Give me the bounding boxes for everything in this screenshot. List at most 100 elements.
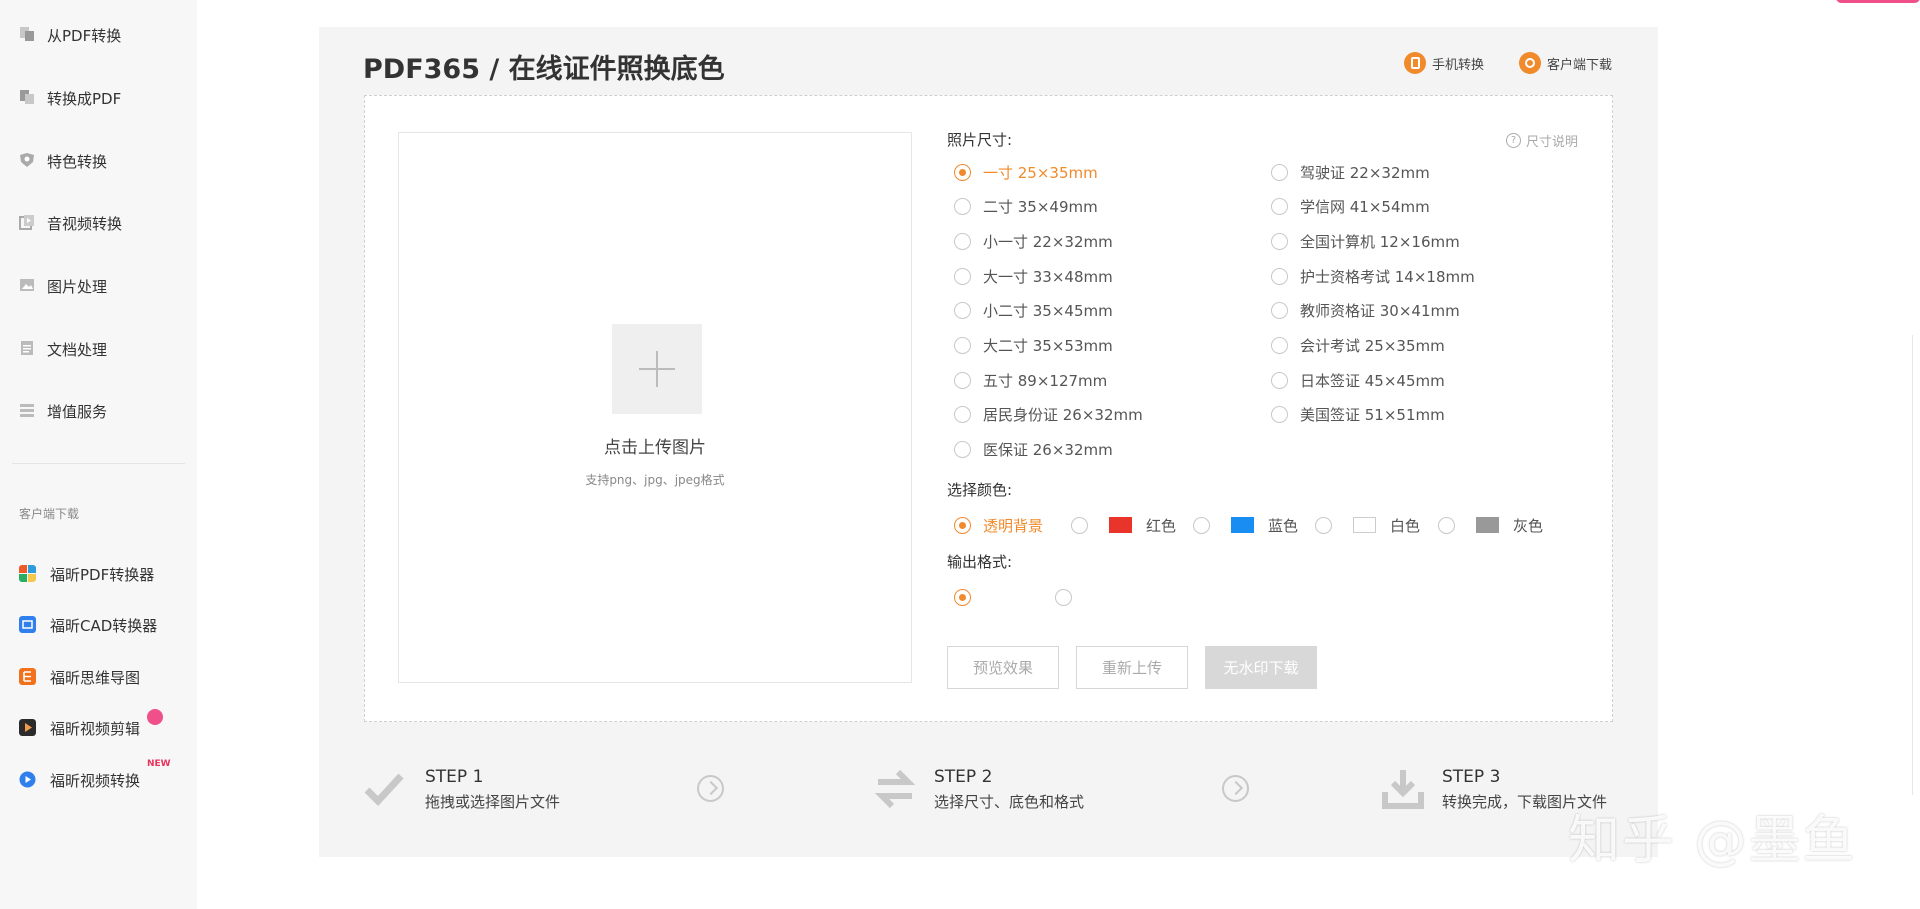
size-option[interactable]: 大二寸 35×53mm xyxy=(954,335,1113,357)
list-icon xyxy=(20,404,34,417)
from-pdf-icon xyxy=(20,27,34,41)
chevron-right-icon xyxy=(697,775,724,802)
size-option[interactable]: 小一寸 22×32mm xyxy=(954,230,1113,252)
radio-icon xyxy=(1193,516,1210,534)
red-swatch xyxy=(1109,517,1132,533)
size-option-label: 大二寸 35×53mm xyxy=(983,337,1113,355)
radio-icon xyxy=(954,198,971,216)
image-icon xyxy=(20,279,34,291)
size-option[interactable]: 驾驶证 22×32mm xyxy=(1271,161,1430,183)
size-option[interactable]: 全国计算机 12×16mm xyxy=(1271,230,1460,252)
sidebar: 从PDF转换 转换成PDF 特色转换 音视频转换 图片处理 文档处理 增值服务 … xyxy=(0,0,197,909)
size-option-label: 全国计算机 12×16mm xyxy=(1300,232,1460,251)
download-no-watermark-button[interactable]: 无水印下载 xyxy=(1205,646,1317,689)
size-option[interactable]: 小二寸 35×45mm xyxy=(954,300,1113,322)
radio-icon xyxy=(1271,198,1288,216)
color-option-white[interactable]: 白色 xyxy=(1315,514,1420,536)
preview-button[interactable]: 预览效果 xyxy=(947,646,1059,689)
radio-icon xyxy=(1271,267,1288,285)
radio-selected-icon xyxy=(954,516,971,534)
document-icon xyxy=(21,341,33,355)
radio-icon xyxy=(1271,337,1288,354)
upload-title: 点击上传图片 xyxy=(604,438,706,458)
size-option-label: 小二寸 35×45mm xyxy=(983,302,1113,321)
upload-dropzone[interactable]: 点击上传图片 支持png、jpg、jpeg格式 xyxy=(398,132,912,683)
size-option[interactable]: 日本签证 45×45mm xyxy=(1271,369,1445,391)
radio-icon xyxy=(1271,232,1288,250)
mindmap-app-icon xyxy=(19,668,36,685)
color-option-label: 红色 xyxy=(1146,516,1177,535)
hot-badge-icon xyxy=(147,709,163,725)
watermark: 知乎 @墨鱼 xyxy=(1568,811,1857,871)
download-tray-icon xyxy=(1382,770,1424,809)
app-label: 福昕视频剪辑 xyxy=(50,720,141,738)
radio-icon xyxy=(1438,516,1455,534)
size-option[interactable]: 教师资格证 30×41mm xyxy=(1271,300,1460,322)
sidebar-item-label: 文档处理 xyxy=(47,341,108,359)
color-option-transparent[interactable]: 透明背景 xyxy=(954,514,1043,536)
size-option-label: 居民身份证 26×32mm xyxy=(983,406,1143,425)
app-pdf-converter[interactable]: 福昕PDF转换器 xyxy=(0,558,197,588)
size-option-label: 教师资格证 30×41mm xyxy=(1300,302,1460,321)
plus-icon xyxy=(612,324,702,414)
size-option[interactable]: 医保证 26×32mm xyxy=(954,439,1113,461)
size-option-label: 五寸 89×127mm xyxy=(983,371,1108,390)
size-option[interactable]: 居民身份证 26×32mm xyxy=(954,404,1143,426)
size-option-label: 小一寸 22×32mm xyxy=(983,232,1113,251)
app-label: 福昕思维导图 xyxy=(50,669,141,687)
color-option-gray[interactable]: 灰色 xyxy=(1438,514,1543,536)
size-help-link[interactable]: ? 尺寸说明 xyxy=(1506,131,1578,150)
app-video-editor[interactable]: 福昕视频剪辑 xyxy=(0,709,197,742)
size-option[interactable]: 大一寸 33×48mm xyxy=(954,265,1113,287)
step-1-desc: 拖拽或选择图片文件 xyxy=(425,793,561,811)
radio-selected-icon xyxy=(954,163,971,181)
sidebar-item-image[interactable]: 图片处理 xyxy=(0,267,197,303)
sidebar-item-to-pdf[interactable]: 转换成PDF xyxy=(0,79,197,115)
size-option[interactable]: 二寸 35×49mm xyxy=(954,196,1098,218)
radio-icon xyxy=(954,337,971,354)
sidebar-item-special[interactable]: 特色转换 xyxy=(0,142,197,178)
sidebar-item-from-pdf[interactable]: 从PDF转换 xyxy=(0,16,197,52)
app-cad-converter[interactable]: 福昕CAD转换器 xyxy=(0,609,197,639)
mobile-convert-link[interactable]: 手机转换 xyxy=(1404,52,1484,74)
size-help-label: 尺寸说明 xyxy=(1526,135,1579,150)
phone-icon xyxy=(1404,52,1426,74)
radio-icon xyxy=(954,406,971,424)
size-option-label: 会计考试 25×35mm xyxy=(1300,337,1445,355)
radio-icon xyxy=(1271,406,1288,424)
app-label: 福昕视频转换 xyxy=(50,772,141,790)
radio-icon xyxy=(954,441,971,459)
app-mindmap[interactable]: 福昕思维导图 xyxy=(0,661,197,691)
radio-icon xyxy=(1055,588,1072,606)
shield-icon xyxy=(20,153,34,167)
format-label: 输出格式: xyxy=(947,553,1013,571)
format-option-layout[interactable] xyxy=(1055,586,1084,608)
size-option[interactable]: 五寸 89×127mm xyxy=(954,369,1107,391)
video-converter-app-icon xyxy=(19,771,36,788)
reupload-button[interactable]: 重新上传 xyxy=(1076,646,1188,689)
app-video-converter[interactable]: 福昕视频转换 NEW xyxy=(0,759,197,794)
app-label: 福昕PDF转换器 xyxy=(50,566,155,584)
size-option-label: 美国签证 51×51mm xyxy=(1300,406,1445,425)
video-editor-app-icon xyxy=(19,719,36,736)
sidebar-item-media[interactable]: 音视频转换 xyxy=(0,204,197,240)
size-label: 照片尺寸: xyxy=(947,131,1013,149)
format-option-id-photo[interactable] xyxy=(954,586,983,608)
size-option[interactable]: 美国签证 51×51mm xyxy=(1271,404,1445,426)
size-option-label: 日本签证 45×45mm xyxy=(1300,371,1445,390)
size-option-label: 护士资格考试 14×18mm xyxy=(1300,267,1475,286)
client-download-link[interactable]: 客户端下载 xyxy=(1519,52,1612,74)
size-option[interactable]: 学信网 41×54mm xyxy=(1271,196,1430,218)
app-label: 福昕CAD转换器 xyxy=(50,617,158,635)
color-option-red[interactable]: 红色 xyxy=(1071,514,1176,536)
sidebar-item-label: 图片处理 xyxy=(47,278,108,296)
color-option-blue[interactable]: 蓝色 xyxy=(1193,514,1298,536)
chevron-right-icon xyxy=(1222,775,1249,802)
size-option[interactable]: 一寸 25×35mm xyxy=(954,161,1098,183)
size-option[interactable]: 会计考试 25×35mm xyxy=(1271,335,1445,357)
sidebar-item-value-added[interactable]: 增值服务 xyxy=(0,392,197,428)
size-option[interactable]: 护士资格考试 14×18mm xyxy=(1271,265,1475,287)
sidebar-item-document[interactable]: 文档处理 xyxy=(0,330,197,366)
color-label: 选择颜色: xyxy=(947,481,1013,499)
step-1-title: STEP 1 xyxy=(425,767,484,787)
